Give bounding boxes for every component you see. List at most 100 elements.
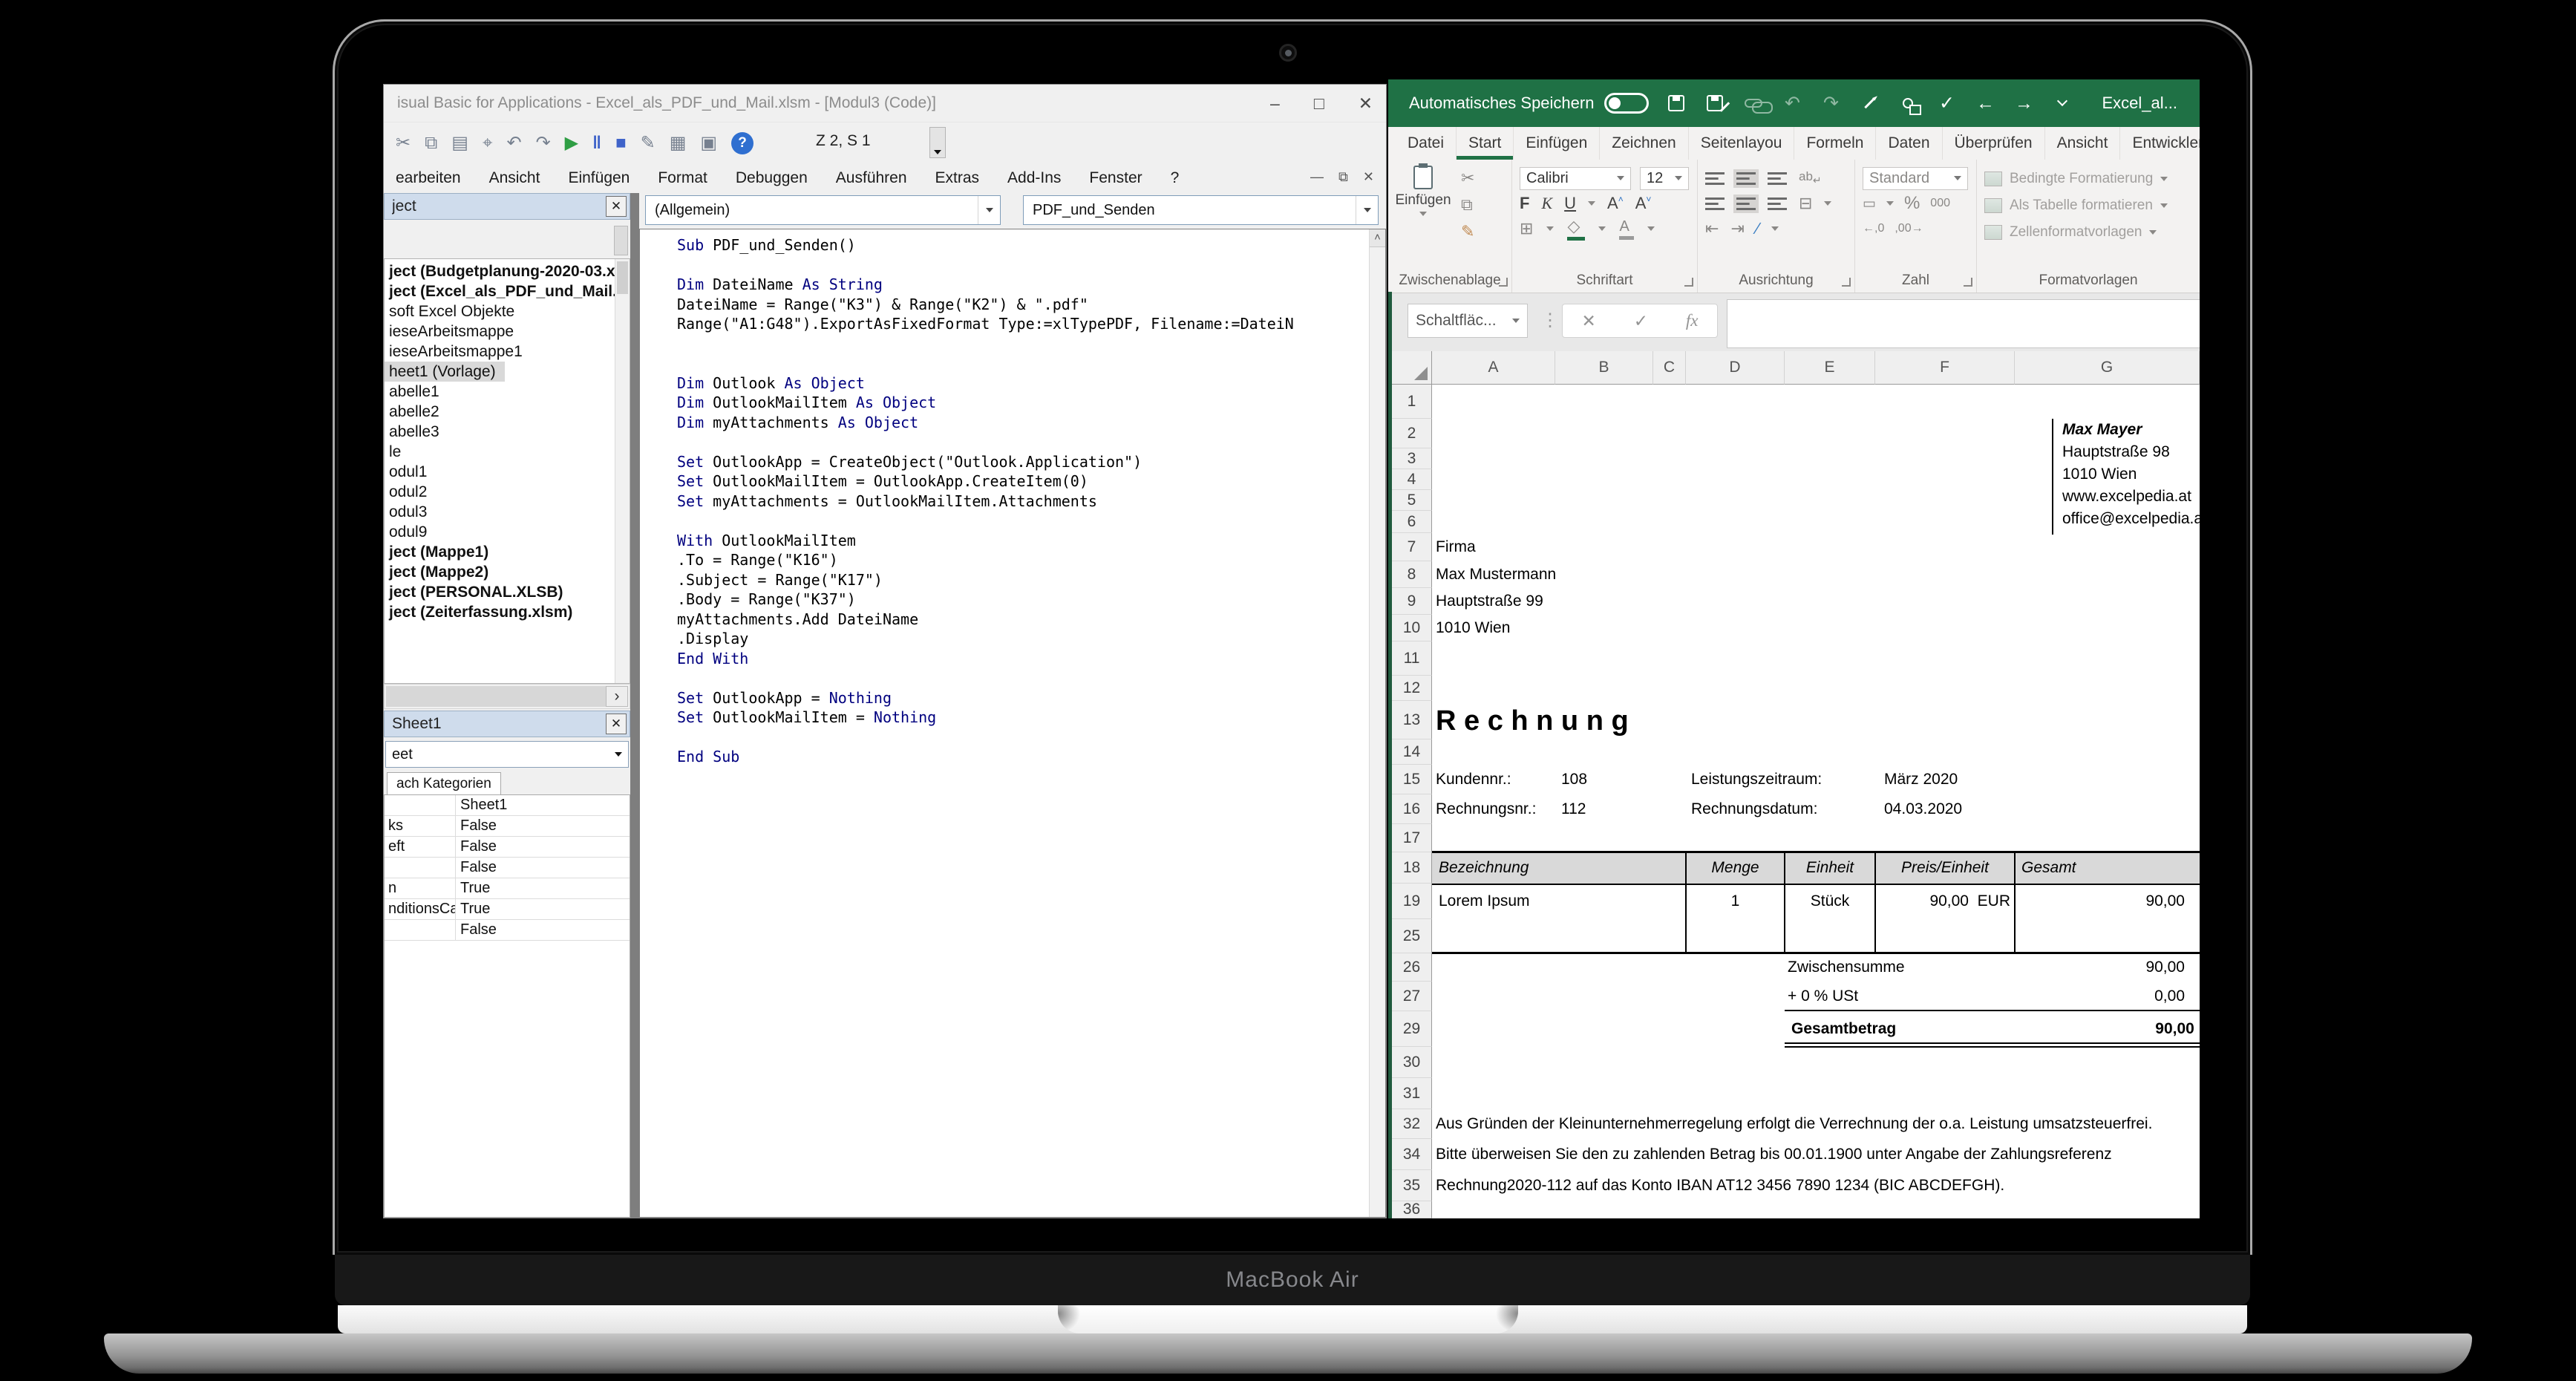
format-as-table-button[interactable]: Als Tabelle formatieren bbox=[1984, 192, 2194, 219]
sheet-cell[interactable]: Gesamt bbox=[2021, 852, 2185, 884]
row-header[interactable]: 34 bbox=[1392, 1139, 1432, 1170]
row-header[interactable]: 9 bbox=[1392, 588, 1432, 615]
project-tree-item[interactable]: abelle3 bbox=[385, 422, 630, 442]
nditionsCalc[interactable]: nditionsCalc True bbox=[385, 899, 630, 920]
increase-indent-icon[interactable]: ⇥ bbox=[1730, 219, 1744, 238]
copy-icon[interactable]: ⧉ bbox=[425, 134, 437, 152]
conditional-formatting-button[interactable]: Bedingte Formatierung bbox=[1984, 166, 2194, 192]
percent-icon[interactable]: % bbox=[1904, 193, 1920, 214]
row-header[interactable]: 16 bbox=[1392, 794, 1432, 824]
ribbon-tab[interactable]: Seitenlayou bbox=[1689, 127, 1795, 160]
project-tree-item[interactable]: ject (Mappe2) bbox=[385, 562, 630, 582]
toolbox-icon[interactable]: ▣ bbox=[700, 134, 717, 152]
vba-menu-item[interactable]: Debuggen bbox=[736, 169, 808, 187]
object-dropdown[interactable]: (Allgemein) bbox=[645, 195, 1001, 225]
minimize-icon[interactable]: – bbox=[1270, 94, 1280, 114]
sheet-cell[interactable]: 90,00 EUR bbox=[1875, 884, 2010, 919]
cell-styles-button[interactable]: Zellenformatvorlagen bbox=[1984, 219, 2194, 246]
ribbon-tab[interactable]: Einfügen bbox=[1514, 127, 1600, 160]
code-editor[interactable]: Sub PDF_und_Senden() Dim DateiName As St… bbox=[639, 229, 1386, 1218]
toolbar-overflow-button[interactable] bbox=[929, 127, 946, 158]
close-icon[interactable]: ✕ bbox=[606, 714, 627, 734]
row-header[interactable]: 36 bbox=[1392, 1201, 1432, 1218]
row-header[interactable]: 5 bbox=[1392, 490, 1432, 511]
procedure-dropdown[interactable]: PDF_und_Senden bbox=[1023, 195, 1379, 225]
project-tree-item[interactable]: ject (Excel_als_PDF_und_Mail.xlsm bbox=[385, 281, 630, 301]
sheet-cell[interactable]: 1 bbox=[1686, 884, 1785, 919]
run-icon[interactable]: ▶ bbox=[565, 134, 578, 152]
sheet-cell[interactable]: Firma bbox=[1436, 533, 1658, 561]
help-icon[interactable]: ? bbox=[731, 132, 753, 154]
font-name-dropdown[interactable]: Calibri bbox=[1520, 167, 1631, 190]
orientation-icon[interactable]: ∕ bbox=[1756, 219, 1759, 238]
sheet-cell[interactable]: office@excelpedia.at bbox=[2062, 508, 2200, 530]
increase-font-icon[interactable]: A˄ bbox=[1607, 194, 1624, 213]
borders-icon[interactable]: ⊞ bbox=[1520, 219, 1533, 238]
row-header[interactable]: 27 bbox=[1392, 982, 1432, 1011]
vba-menu-item[interactable]: Einfügen bbox=[568, 169, 630, 187]
sheet-cell[interactable]: Zwischensumme bbox=[1788, 953, 1981, 982]
row-header[interactable]: 29 bbox=[1392, 1011, 1432, 1047]
ribbon-tab[interactable]: Entwicklerto bbox=[2120, 127, 2200, 160]
project-tree-item[interactable]: ieseArbeitsmappe1 bbox=[385, 342, 630, 362]
properties-window-icon[interactable]: ▦ bbox=[670, 134, 687, 152]
insert-function-icon[interactable]: fx bbox=[1686, 311, 1699, 330]
collapse-ribbon-icon[interactable] bbox=[2051, 88, 2073, 118]
font-size-dropdown[interactable]: 12 bbox=[1640, 167, 1689, 190]
ks[interactable]: ks False bbox=[385, 816, 630, 837]
number-format-dropdown[interactable]: Standard bbox=[1863, 167, 1968, 190]
vba-menu-item[interactable]: Extras bbox=[935, 169, 980, 187]
align-top-icon[interactable] bbox=[1705, 172, 1725, 185]
project-tree-item[interactable]: ject (Budgetplanung-2020-03.xlsx bbox=[385, 261, 630, 281]
property-row[interactable]: False bbox=[385, 920, 630, 941]
project-tree-item[interactable]: ject (Zeiterfassung.xlsm) bbox=[385, 602, 630, 622]
ribbon-tab[interactable]: Ansicht bbox=[2045, 127, 2121, 160]
link-icon[interactable] bbox=[1742, 88, 1765, 118]
row-header[interactable]: 10 bbox=[1392, 615, 1432, 641]
property-row[interactable]: False bbox=[385, 858, 630, 878]
ribbon-tab[interactable]: Start bbox=[1457, 127, 1514, 160]
row-header[interactable]: 25 bbox=[1392, 919, 1432, 953]
fill-color-icon[interactable]: ◇ bbox=[1567, 217, 1585, 241]
paste-button[interactable]: Einfügen bbox=[1396, 166, 1451, 241]
close-icon[interactable]: ✕ bbox=[1359, 94, 1373, 114]
check-icon[interactable]: ✓ bbox=[1935, 88, 1958, 118]
currency-icon[interactable]: ▭ bbox=[1863, 195, 1876, 212]
row-header[interactable]: 17 bbox=[1392, 824, 1432, 852]
name-box[interactable]: Schaltfläc... bbox=[1408, 304, 1528, 338]
scrollbar-thumb[interactable] bbox=[386, 686, 609, 707]
row-header[interactable]: 30 bbox=[1392, 1047, 1432, 1078]
vba-menu-item[interactable]: Ausführen bbox=[836, 169, 907, 187]
column-header[interactable]: B bbox=[1555, 351, 1653, 385]
back-icon[interactable]: ← bbox=[1974, 88, 1996, 118]
row-header[interactable]: 31 bbox=[1392, 1078, 1432, 1109]
vba-menu-item[interactable]: Fenster bbox=[1089, 169, 1142, 187]
project-tree-item[interactable]: le bbox=[385, 442, 630, 462]
project-tree-item[interactable]: odul1 bbox=[385, 462, 630, 482]
draw-icon[interactable] bbox=[1858, 88, 1880, 118]
italic-button[interactable]: K bbox=[1541, 194, 1552, 213]
thousands-icon[interactable]: 000 bbox=[1930, 197, 1950, 210]
ribbon-tab[interactable]: Daten bbox=[1876, 127, 1942, 160]
column-header[interactable]: F bbox=[1875, 351, 2015, 385]
sheet-cell[interactable]: Einheit bbox=[1785, 852, 1875, 884]
align-right-icon[interactable] bbox=[1768, 197, 1787, 210]
sheet-cell[interactable]: Gesamtbetrag bbox=[1791, 1011, 2029, 1047]
cancel-icon[interactable]: ✕ bbox=[1581, 311, 1595, 331]
dialog-launcher-icon[interactable] bbox=[1684, 278, 1693, 287]
n[interactable]: n True bbox=[385, 878, 630, 899]
sheet-cell[interactable]: Max Mustermann bbox=[1436, 561, 1658, 588]
project-tree-item[interactable]: soft Excel Objekte bbox=[385, 301, 630, 321]
dialog-launcher-icon[interactable] bbox=[1842, 278, 1851, 287]
row-header[interactable]: 8 bbox=[1392, 561, 1432, 588]
decrease-font-icon[interactable]: A˅ bbox=[1635, 194, 1652, 213]
sheet-cell[interactable]: Aus Gründen der Kleinunternehmerregelung… bbox=[1436, 1109, 2197, 1139]
child-minimize-icon[interactable]: — bbox=[1310, 169, 1324, 185]
undo-icon[interactable]: ↶ bbox=[506, 134, 521, 152]
enter-icon[interactable]: ✓ bbox=[1634, 311, 1648, 331]
ribbon-tab[interactable]: Datei bbox=[1396, 127, 1457, 160]
sheet-cell[interactable]: 112 bbox=[1561, 794, 1621, 824]
close-icon[interactable]: ✕ bbox=[606, 196, 627, 217]
row-header[interactable]: 14 bbox=[1392, 740, 1432, 765]
vba-menu-item[interactable]: earbeiten bbox=[396, 169, 461, 187]
